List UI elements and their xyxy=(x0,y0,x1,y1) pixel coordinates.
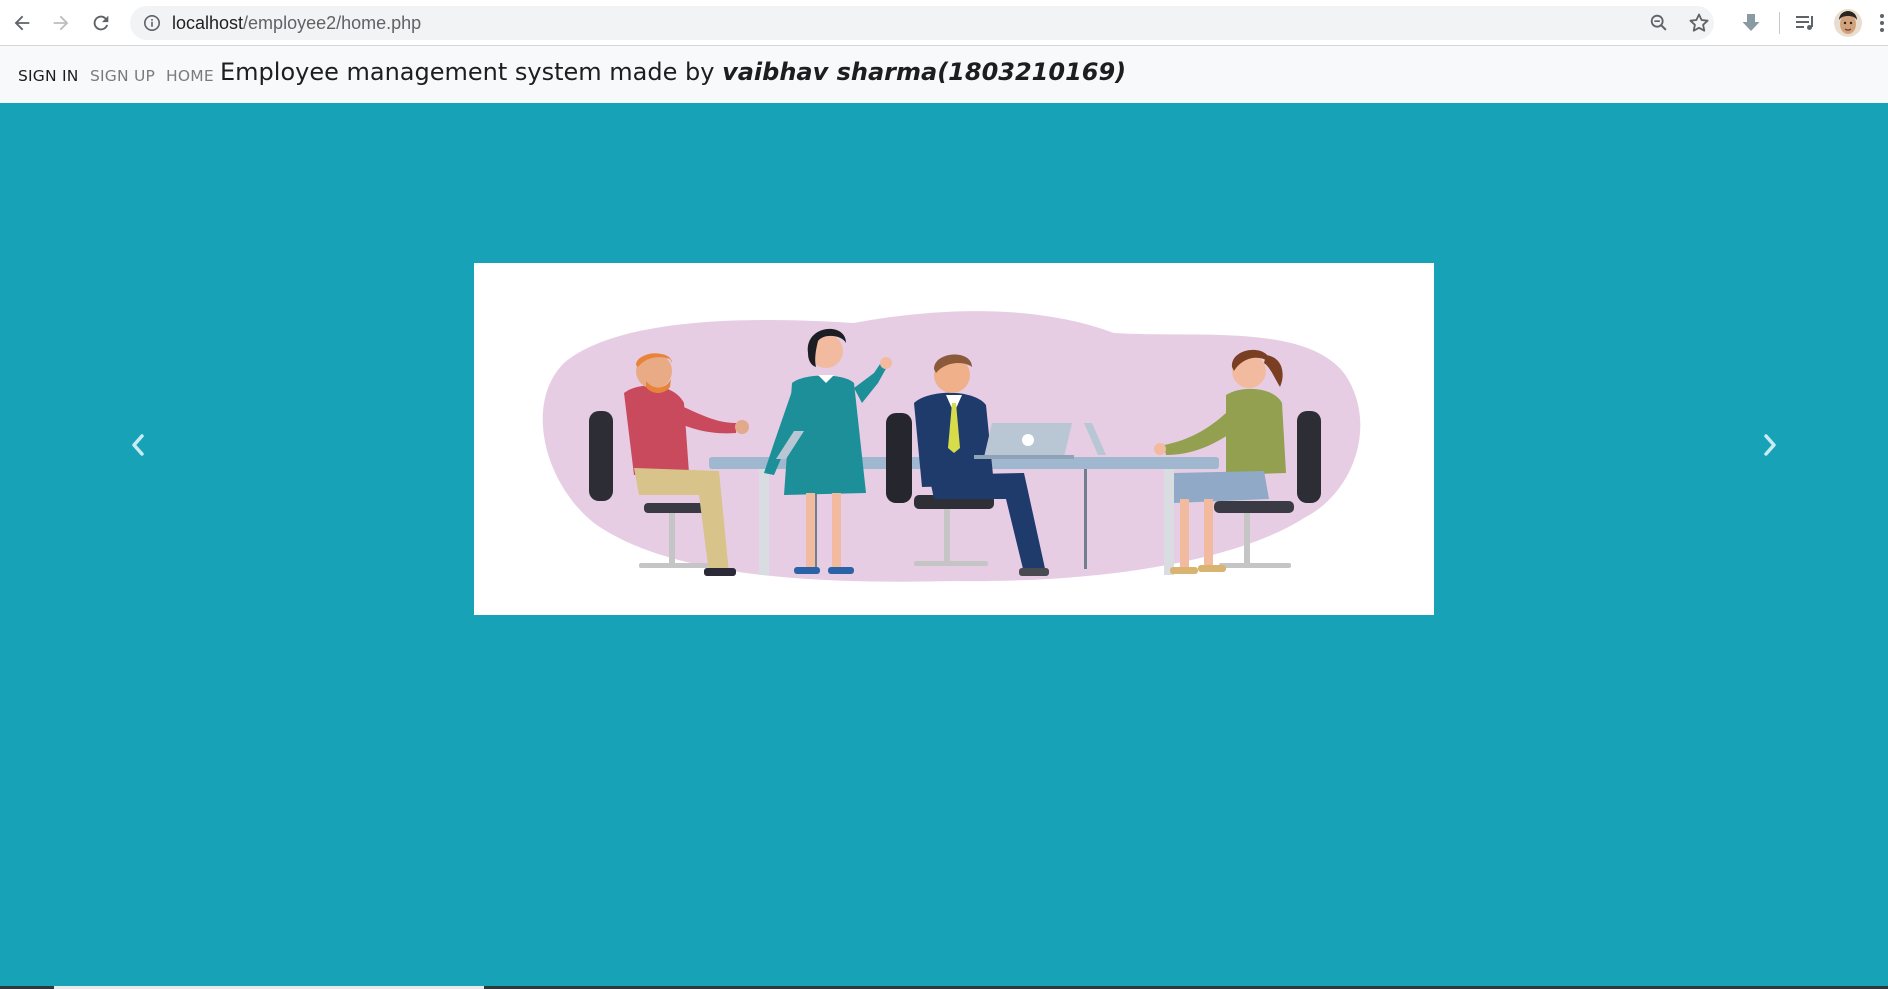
carousel-next-button[interactable] xyxy=(1750,425,1790,465)
arrow-left-icon xyxy=(14,15,30,31)
nav-home-link[interactable]: HOME xyxy=(166,46,214,103)
brand-text: Employee management system made by xyxy=(220,58,723,86)
toolbar-separator xyxy=(1779,12,1780,34)
zoom-icon[interactable] xyxy=(1648,12,1670,34)
more-menu-icon[interactable] xyxy=(1878,12,1886,34)
bookmark-star-icon[interactable] xyxy=(1687,11,1711,35)
chevron-right-icon xyxy=(1764,434,1776,456)
chevron-left-icon xyxy=(132,434,144,456)
playlist-extension-icon[interactable] xyxy=(1791,9,1819,37)
url-text[interactable]: localhost/employee2/home.php xyxy=(172,6,421,40)
address-bar[interactable]: localhost/employee2/home.php xyxy=(130,6,1714,40)
carousel-section xyxy=(0,103,1888,989)
site-navbar: SIGN IN SIGN UP HOME Employee management… xyxy=(0,46,1888,103)
url-host: localhost xyxy=(172,13,244,33)
brand-author: vaibhav sharma(1803210169) xyxy=(722,58,1127,86)
profile-avatar[interactable] xyxy=(1834,9,1862,37)
reload-icon xyxy=(93,15,109,31)
site-brand-title: Employee management system made by vaibh… xyxy=(220,46,1126,103)
info-icon[interactable] xyxy=(143,14,161,32)
carousel-slide-image xyxy=(474,263,1434,615)
carousel-prev-button[interactable] xyxy=(118,425,158,465)
browser-toolbar: localhost/employee2/home.php xyxy=(0,0,1888,46)
reload-button[interactable] xyxy=(86,8,116,38)
download-extension-icon[interactable] xyxy=(1737,9,1765,37)
nav-sign-up-link[interactable]: SIGN UP xyxy=(90,46,155,103)
url-path: /employee2/home.php xyxy=(243,13,422,33)
back-button[interactable] xyxy=(7,8,37,38)
team-meeting-illustration xyxy=(474,263,1434,615)
arrow-right-icon xyxy=(53,15,69,31)
forward-button[interactable] xyxy=(46,8,76,38)
nav-sign-in-link[interactable]: SIGN IN xyxy=(18,46,79,103)
